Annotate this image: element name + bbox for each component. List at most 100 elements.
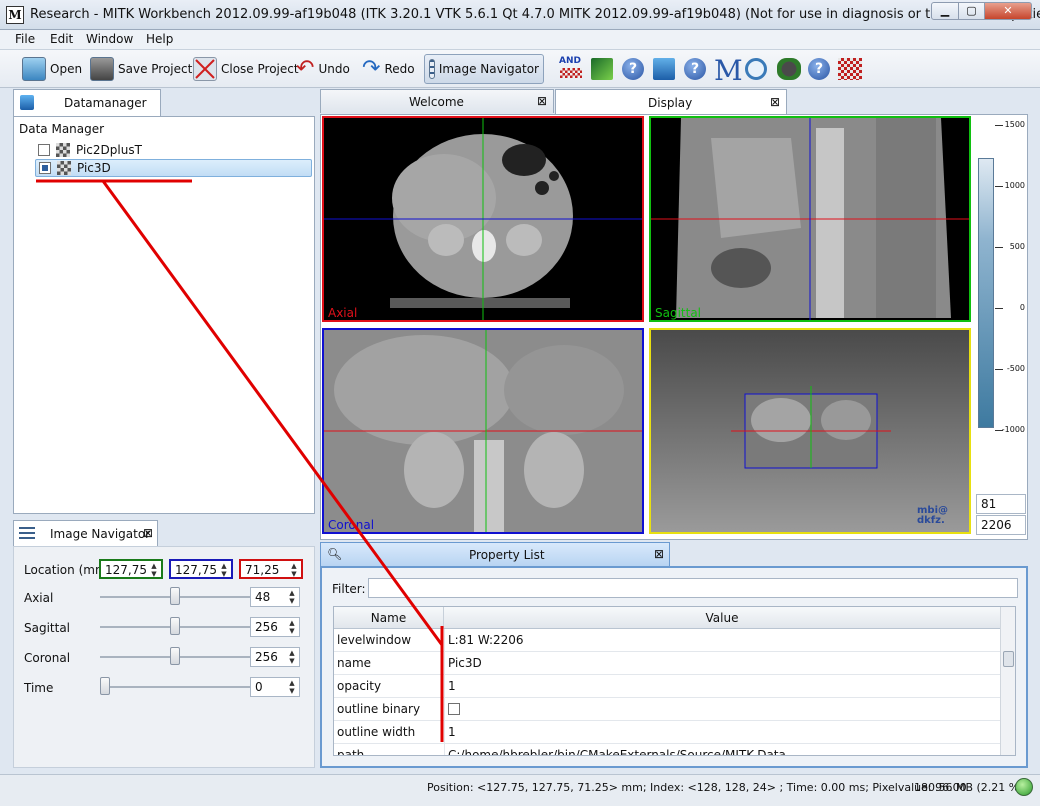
menu-help[interactable]: Help	[146, 32, 173, 46]
visibility-checkbox[interactable]	[38, 144, 50, 156]
coronal-slider-handle[interactable]	[170, 647, 180, 665]
property-list-panel: Filter: Name Value levelwindow L:81 W:220…	[320, 566, 1028, 768]
level-tick-label: 500	[1009, 242, 1025, 251]
scrollbar-thumb[interactable]	[1003, 651, 1014, 667]
time-spinbox[interactable]: 0 ▲ ▼	[250, 677, 300, 697]
property-value: Pic3D	[448, 656, 482, 670]
3d-render-image	[731, 386, 891, 469]
minimize-button[interactable]: ▁	[931, 2, 959, 20]
spin-arrows-icon[interactable]: ▲ ▼	[286, 619, 298, 635]
and-icon[interactable]: AND	[559, 56, 581, 66]
magnifier-icon[interactable]	[745, 58, 767, 80]
coronal-value: 256	[255, 650, 278, 664]
open-button[interactable]: Open	[22, 54, 82, 84]
table-row[interactable]: levelwindow L:81 W:2206	[334, 629, 1000, 652]
close-project-button[interactable]: Close Project	[193, 54, 299, 84]
spin-arrows-icon[interactable]: ▲ ▼	[148, 562, 160, 578]
3d-view[interactable]: mbi@ dkfz.	[649, 328, 971, 534]
vertical-scrollbar[interactable]	[1000, 607, 1015, 755]
axial-value: 48	[255, 590, 271, 604]
help-icon-3[interactable]: ?	[808, 58, 830, 80]
maximize-button[interactable]: ▢	[958, 2, 985, 20]
level-tick-label: 0	[1019, 303, 1025, 312]
python-console-icon[interactable]	[777, 58, 801, 80]
close-window-button[interactable]: ✕	[984, 2, 1032, 20]
save-project-button[interactable]: Save Project	[90, 54, 192, 84]
location-x-spinbox[interactable]: 127,75 ▲ ▼	[99, 559, 163, 579]
window-title: Research - MITK Workbench 2012.09.99-af1…	[30, 7, 1040, 22]
boolean-operations-icon[interactable]	[560, 68, 582, 78]
spin-arrows-icon[interactable]: ▲ ▼	[218, 562, 230, 578]
coronal-spinbox[interactable]: 256 ▲ ▼	[250, 647, 300, 667]
axial-view[interactable]: Axial	[322, 116, 644, 322]
axial-spinbox[interactable]: 48 ▲ ▼	[250, 587, 300, 607]
property-value: C:/home/hbrebler/bin/CMakeExternals/Sour…	[448, 748, 786, 756]
tab-property-list[interactable]: 🔍︎ Property List ⊠	[320, 542, 670, 566]
measurement-icon[interactable]: M	[714, 54, 743, 87]
location-y-value: 127,75	[175, 563, 217, 577]
status-bar: Position: <127.75, 127.75, 71.25> mm; In…	[0, 774, 1040, 806]
table-row[interactable]: name Pic3D	[334, 652, 1000, 675]
tab-welcome[interactable]: Welcome ⊠	[320, 89, 554, 113]
level-window-widget[interactable]: 1500 1000 500 0 -500 -1000	[975, 116, 1027, 488]
image-navigator-label: Image Navigator	[438, 62, 539, 76]
window-input[interactable]: 2206	[976, 515, 1026, 535]
save-icon	[90, 57, 114, 81]
close-tab-icon[interactable]: ⊠	[770, 95, 780, 109]
sagittal-spinbox[interactable]: 256 ▲ ▼	[250, 617, 300, 637]
tab-image-navigator[interactable]: Image Navigator ⊠	[13, 520, 158, 546]
close-tab-icon[interactable]: ⊠	[654, 547, 664, 561]
tree-item-pic3d[interactable]: Pic3D	[35, 159, 312, 177]
table-row[interactable]: opacity 1	[334, 675, 1000, 698]
menu-file[interactable]: File	[15, 32, 35, 46]
close-tab-icon[interactable]: ⊠	[537, 94, 547, 108]
level-window-bar[interactable]	[978, 158, 994, 428]
time-slider-handle[interactable]	[100, 677, 110, 695]
redo-button[interactable]: ↷ Redo	[362, 54, 415, 84]
close-project-icon	[193, 57, 217, 81]
sagittal-label: Sagittal	[24, 621, 71, 635]
coronal-view[interactable]: Coronal	[322, 328, 644, 534]
datamanager-panel: Data Manager Pic2DplusT Pic3D	[13, 116, 315, 514]
close-tab-icon[interactable]: ⊠	[143, 526, 153, 540]
tree-item-label: Pic2DplusT	[76, 143, 142, 157]
volume-visualization-icon[interactable]	[653, 58, 675, 80]
help-icon[interactable]: ?	[622, 58, 644, 80]
location-y-spinbox[interactable]: 127,75 ▲ ▼	[169, 559, 233, 579]
location-z-spinbox[interactable]: 71,25 ▲ ▼	[239, 559, 303, 579]
spin-arrows-icon[interactable]: ▲ ▼	[286, 679, 298, 695]
spin-arrows-icon[interactable]: ▲ ▼	[286, 649, 298, 665]
column-header-name[interactable]: Name	[334, 607, 444, 629]
sagittal-value: 256	[255, 620, 278, 634]
property-name: levelwindow	[337, 633, 412, 647]
coronal-view-label: Coronal	[328, 518, 375, 532]
help-icon-2[interactable]: ?	[684, 58, 706, 80]
axial-slider-handle[interactable]	[170, 587, 180, 605]
tree-item-pic2dplust[interactable]: Pic2DplusT	[38, 141, 310, 159]
menu-window[interactable]: Window	[86, 32, 133, 46]
save-project-label: Save Project	[118, 62, 193, 76]
status-position: Position: <127.75, 127.75, 71.25> mm; In…	[427, 781, 967, 794]
tab-display[interactable]: Display ⊠	[555, 89, 787, 114]
image-cropper-icon[interactable]	[838, 58, 862, 80]
table-row[interactable]: path C:/home/hbrebler/bin/CMakeExternals/…	[334, 744, 1000, 756]
filter-input[interactable]	[368, 578, 1018, 598]
undo-button[interactable]: ↶ Undo	[296, 54, 350, 84]
menu-edit[interactable]: Edit	[50, 32, 73, 46]
tab-datamanager[interactable]: Datamanager	[13, 89, 161, 116]
level-input[interactable]: 81	[976, 494, 1026, 514]
outline-binary-checkbox[interactable]	[448, 703, 460, 715]
spin-arrows-icon[interactable]: ▲ ▼	[288, 562, 300, 578]
table-row[interactable]: outline binary	[334, 698, 1000, 721]
table-row[interactable]: outline width 1	[334, 721, 1000, 744]
sagittal-view[interactable]: Sagittal	[649, 116, 971, 322]
property-name: outline width	[337, 725, 416, 739]
location-x-value: 127,75	[105, 563, 147, 577]
segmentation-icon[interactable]	[591, 58, 613, 80]
image-navigator-button[interactable]: Image Navigator	[424, 54, 544, 84]
sagittal-slider-handle[interactable]	[170, 617, 180, 635]
column-header-value[interactable]: Value	[444, 607, 1000, 629]
visibility-checkbox-checked[interactable]	[39, 162, 51, 174]
spin-arrows-icon[interactable]: ▲ ▼	[286, 589, 298, 605]
time-slider-track[interactable]	[100, 686, 250, 688]
